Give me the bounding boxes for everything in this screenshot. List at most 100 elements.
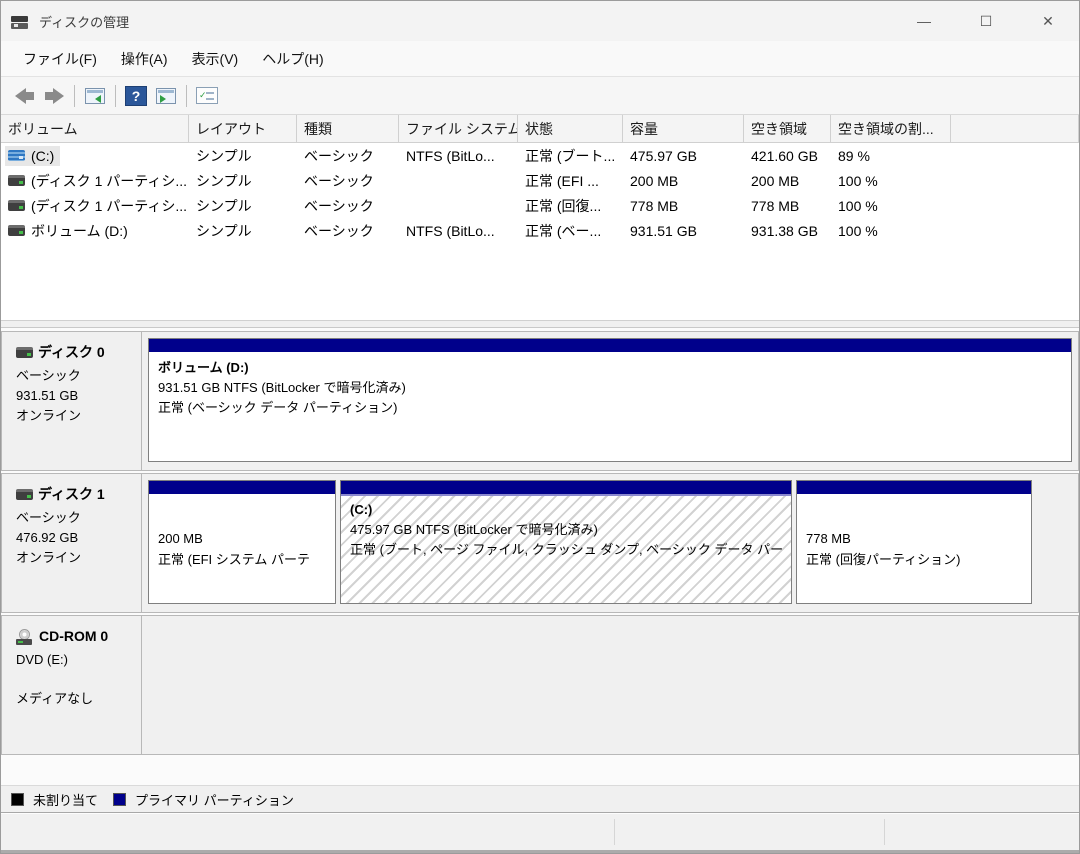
partition-state: 正常 (ベーシック データ パーティション) [158,400,398,416]
volume-capacity: 475.97 GB [630,147,697,164]
action-pane-icon [156,87,176,104]
column-header-type[interactable]: 種類 [297,115,399,142]
volume-capacity: 778 MB [630,197,679,214]
volume-free-space: 778 MB [751,197,800,214]
disk-icon [16,489,33,501]
partition-color-bar [149,339,1071,354]
partition-c-selected[interactable]: (C:) 475.97 GB NTFS (BitLocker で暗号化済み) 正… [340,480,792,604]
drive-icon [8,225,25,236]
volume-type: ベーシック [304,147,374,164]
minimize-button[interactable]: — [893,1,955,41]
volume-row-recovery[interactable]: (ディスク 1 パーティシ... シンプル ベーシック 正常 (回復... 77… [1,193,1079,218]
volume-free-space: 200 MB [751,172,800,189]
volume-layout: シンプル [196,147,252,164]
volume-status: 正常 (ベー... [525,222,602,239]
show-action-pane-button[interactable] [151,82,181,110]
disk-management-window: ディスクの管理 — ☐ ✕ ファイル(F) 操作(A) 表示(V) ヘルプ(H)… [0,0,1080,854]
menu-action[interactable]: 操作(A) [109,45,180,73]
volume-layout: シンプル [196,172,252,189]
back-button[interactable] [9,82,39,110]
drive-icon [8,200,25,211]
disk-status: オンライン [16,407,82,423]
help-icon: ? [125,85,147,106]
legend-bar: 未割り当て プライマリ パーティション [1,785,1079,813]
graphical-view-pane: ディスク 0 ベーシック 931.51 GB オンライン ボリューム (D:) … [1,328,1079,785]
volume-free-percent: 100 % [838,197,878,214]
forward-button[interactable] [39,82,69,110]
partition-efi[interactable]: 200 MB 正常 (EFI システム パーテ [148,480,336,604]
volume-status: 正常 (回復... [525,197,602,214]
volume-type: ベーシック [304,222,374,239]
cdrom-0-row: CD-ROM 0 DVD (E:) メディアなし [1,615,1079,755]
close-button[interactable]: ✕ [1017,1,1079,41]
volume-filesystem: NTFS (BitLo... [406,147,495,164]
column-header-status[interactable]: 状態 [518,115,623,142]
cdrom-icon [16,628,34,645]
volume-table-header: ボリューム レイアウト 種類 ファイル システム 状態 容量 空き領域 空き領域… [1,115,1079,143]
disk-size: 931.51 GB [16,387,79,403]
volume-row-c[interactable]: (C:) シンプル ベーシック NTFS (BitLo... 正常 (ブート..… [1,143,1079,168]
disk-0-label[interactable]: ディスク 0 ベーシック 931.51 GB オンライン [2,332,142,470]
disk-type: DVD (E:) [16,651,68,667]
partition-color-bar [149,481,335,496]
back-arrow-icon [14,87,34,104]
toolbar-separator [115,84,116,107]
system-drive-icon [8,150,25,161]
volume-free-space: 931.38 GB [751,222,818,239]
column-header-blank [951,115,1079,142]
primary-partition-swatch [113,792,127,806]
partition-title: (C:) [350,502,373,517]
console-tree-icon [85,87,105,104]
column-header-free-percent[interactable]: 空き領域の割... [831,115,951,142]
volume-name: (ディスク 1 パーティシ... [31,172,188,189]
volume-row-d[interactable]: ボリューム (D:) シンプル ベーシック NTFS (BitLo... 正常 … [1,218,1079,243]
volume-free-percent: 100 % [838,172,878,189]
column-header-capacity[interactable]: 容量 [623,115,744,142]
disk-name: ディスク 0 [38,344,105,360]
column-header-volume[interactable]: ボリューム [1,115,189,142]
maximize-button[interactable]: ☐ [955,1,1017,41]
partition-color-bar [341,481,791,496]
toolbar-separator [74,84,75,107]
status-bar [1,813,1079,853]
forward-arrow-icon [44,87,64,104]
volume-type: ベーシック [304,172,374,189]
volume-filesystem [399,193,518,218]
volume-capacity: 200 MB [630,172,679,189]
properties-icon: ✓ [196,87,218,104]
partition-recovery[interactable]: 778 MB 正常 (回復パーティション) [796,480,1032,604]
cdrom-0-label[interactable]: CD-ROM 0 DVD (E:) メディアなし [2,616,142,754]
menu-file[interactable]: ファイル(F) [11,45,109,73]
disk-size: 476.92 GB [16,529,79,545]
partition-title: ボリューム (D:) [158,360,249,375]
volume-status: 正常 (ブート... [525,147,616,164]
volume-filesystem [399,168,518,193]
cdrom-0-media-area [142,616,1078,754]
disk-management-app-icon [11,13,31,29]
partition-state: 正常 (ブート, ページ ファイル, クラッシュ ダンプ, ベーシック データ … [350,542,784,558]
show-console-tree-button[interactable] [80,82,110,110]
volume-name: (ディスク 1 パーティシ... [31,197,188,214]
volume-free-percent: 100 % [838,222,878,239]
volume-name: (C:) [31,147,55,164]
volume-free-space: 421.60 GB [751,147,818,164]
properties-button[interactable]: ✓ [192,82,222,110]
legend-primary-label: プライマリ パーティション [135,792,294,808]
menu-view[interactable]: 表示(V) [180,45,251,73]
partition-info: 778 MB [806,531,851,547]
help-button[interactable]: ? [121,82,151,110]
toolbar: ? ✓ [1,77,1079,115]
menu-help[interactable]: ヘルプ(H) [250,45,335,73]
disk-1-label[interactable]: ディスク 1 ベーシック 476.92 GB オンライン [2,474,142,612]
volume-row-efi[interactable]: (ディスク 1 パーティシ... シンプル ベーシック 正常 (EFI ... … [1,168,1079,193]
column-header-filesystem[interactable]: ファイル システム [399,115,518,142]
partition-volume-d[interactable]: ボリューム (D:) 931.51 GB NTFS (BitLocker で暗号… [148,338,1072,462]
partition-info: 475.97 GB NTFS (BitLocker で暗号化済み) [350,522,598,538]
disk-0-partition-area: ボリューム (D:) 931.51 GB NTFS (BitLocker で暗号… [142,332,1078,470]
pane-splitter[interactable] [1,321,1079,328]
disk-icon [16,347,33,359]
column-header-free-space[interactable]: 空き領域 [744,115,831,142]
window-title: ディスクの管理 [39,14,130,30]
partition-state: 正常 (回復パーティション) [806,551,961,567]
column-header-layout[interactable]: レイアウト [189,115,297,142]
